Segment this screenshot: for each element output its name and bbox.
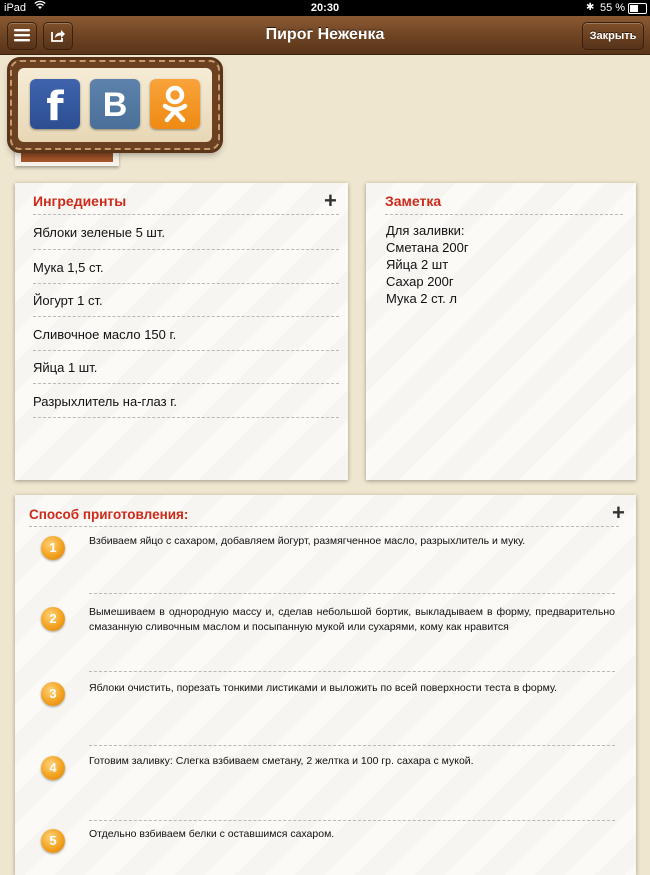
add-step-button[interactable]: + — [612, 502, 625, 524]
step-text[interactable]: Взбиваем яйцо с сахаром, добавляем йогур… — [89, 534, 615, 549]
ingredient-item[interactable]: Йогурт 1 ст. — [33, 293, 103, 308]
share-popup: f B — [7, 57, 223, 153]
step-text[interactable]: Вымешиваем в однородную массу и, сделав … — [89, 605, 615, 635]
share-popup-panel: f B — [18, 68, 212, 142]
step-number-badge: 2 — [41, 607, 65, 631]
divider — [385, 214, 623, 215]
battery-percent: 55 % — [600, 2, 626, 14]
clock: 20:30 — [310, 2, 340, 14]
step-number-badge: 3 — [41, 682, 65, 706]
bluetooth-icon: ✱ — [586, 2, 595, 13]
ingredient-item[interactable]: Сливочное масло 150 г. — [33, 327, 176, 342]
odnoklassniki-share-button[interactable] — [150, 79, 200, 129]
share-button[interactable] — [43, 22, 73, 50]
divider — [89, 820, 615, 821]
close-button[interactable]: Закрыть — [582, 22, 644, 50]
note-card[interactable]: Заметка Для заливки: Сметана 200г Яйца 2… — [366, 183, 636, 480]
facebook-share-button[interactable]: f — [30, 79, 80, 130]
method-card: Способ приготовления: + 1 Взбиваем яйцо … — [15, 495, 636, 875]
note-title: Заметка — [385, 193, 442, 209]
battery-icon — [628, 3, 647, 14]
battery-fill — [630, 5, 639, 12]
step-number-badge: 5 — [41, 829, 65, 853]
step-text[interactable]: Яблоки очистить, порезать тонкими листик… — [89, 681, 615, 696]
vkontakte-icon: B — [102, 86, 128, 124]
method-title: Способ приготовления: — [29, 507, 189, 522]
ingredient-item[interactable]: Яблоки зеленые 5 шт. — [33, 225, 165, 240]
hamburger-icon — [14, 29, 30, 42]
share-icon — [51, 30, 65, 42]
ingredients-card: Ингредиенты + Яблоки зеленые 5 шт. Мука … — [15, 183, 348, 480]
odnoklassniki-icon — [162, 85, 188, 123]
divider — [29, 526, 619, 527]
divider — [33, 383, 339, 384]
divider — [33, 316, 339, 317]
divider — [89, 593, 615, 594]
divider — [89, 745, 615, 746]
page-title: Пирог Неженка — [265, 26, 385, 43]
note-text: Для заливки: Сметана 200г Яйца 2 шт Саха… — [386, 223, 469, 306]
step-number-badge: 4 — [41, 756, 65, 780]
divider — [33, 350, 339, 351]
facebook-icon: f — [46, 84, 64, 130]
status-bar: iPad 20:30 ✱ 55 % — [0, 0, 650, 16]
divider — [33, 249, 339, 250]
add-ingredient-button[interactable]: + — [324, 190, 337, 212]
vkontakte-share-button[interactable]: B — [90, 79, 140, 129]
ingredients-title: Ингредиенты — [33, 193, 127, 209]
divider — [33, 283, 339, 284]
step-text[interactable]: Готовим заливку: Слегка взбиваем сметану… — [89, 754, 615, 769]
divider — [33, 214, 339, 215]
divider — [33, 417, 339, 418]
ingredient-item[interactable]: Мука 1,5 ст. — [33, 260, 104, 275]
step-number-badge: 1 — [41, 536, 65, 560]
ingredient-item[interactable]: Яйца 1 шт. — [33, 360, 97, 375]
ingredient-item[interactable]: Разрыхлитель на-глаз г. — [33, 394, 177, 409]
step-text[interactable]: Отдельно взбиваем белки с оставшимся сах… — [89, 827, 615, 842]
menu-button[interactable] — [7, 22, 37, 50]
divider — [89, 671, 615, 672]
navigation-bar: Пирог Неженка Закрыть — [0, 16, 650, 55]
